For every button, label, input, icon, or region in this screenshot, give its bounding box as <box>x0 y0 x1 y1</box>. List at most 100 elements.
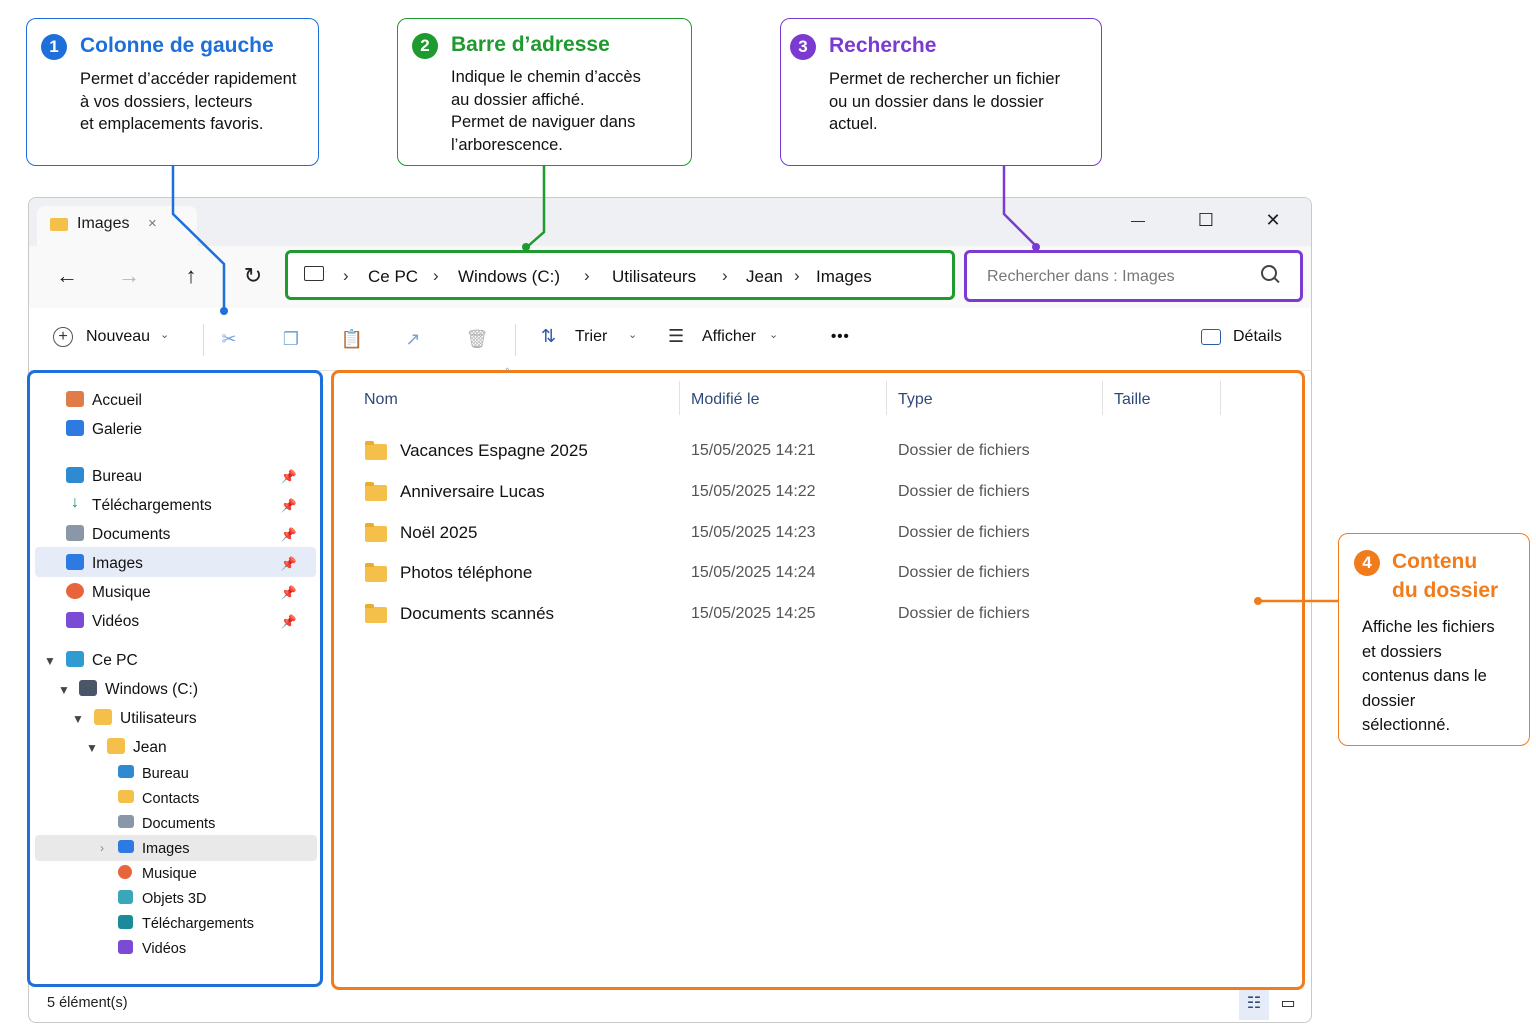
pin-icon[interactable]: 📌 <box>281 556 297 572</box>
computer-icon <box>66 651 84 667</box>
sidebar-item-galerie[interactable]: Galerie <box>66 416 306 444</box>
callout-title-line1: Contenu <box>1392 550 1478 573</box>
address-bar[interactable]: › Ce PC › Windows (C:) › Utilisateurs › … <box>285 250 955 300</box>
column-header-modified[interactable]: Modifié le <box>691 391 759 409</box>
more-options-button[interactable]: ••• <box>831 328 850 345</box>
callout-title-line2: du dossier <box>1392 579 1499 602</box>
chevron-down-icon[interactable]: ▼ <box>86 741 98 755</box>
breadcrumb-separator: › <box>343 266 349 285</box>
search-box[interactable]: Rechercher dans : Images <box>964 250 1303 302</box>
folder-icon <box>94 709 112 725</box>
close-button[interactable]: ✕ <box>1251 204 1295 236</box>
back-arrow-icon[interactable]: ← <box>51 260 83 292</box>
chevron-down-icon[interactable]: ▼ <box>58 683 70 697</box>
tree-item-bureau[interactable]: Bureau <box>118 761 308 789</box>
tree-item-contacts[interactable]: Contacts <box>118 786 308 814</box>
videos-icon <box>66 612 84 628</box>
column-header-size[interactable]: Taille <box>1114 391 1150 409</box>
row-name: Vacances Espagne 2025 <box>400 441 588 460</box>
command-bar: + Nouveau ⌄ ✂ ❐ 📋 ↗ 🗑 ⇅ Trier ⌄ ☰ Affich… <box>29 308 1311 371</box>
chevron-down-icon[interactable]: ▼ <box>44 654 56 668</box>
tree-item-objets-3d[interactable]: Objets 3D <box>118 886 308 914</box>
divider <box>515 324 516 356</box>
share-icon[interactable]: ↗ <box>401 327 425 351</box>
up-arrow-icon[interactable]: ↑ <box>175 260 207 292</box>
tree-item-musique[interactable]: Musique <box>118 861 308 889</box>
tree-item-ce-pc[interactable]: Ce PC <box>66 647 266 675</box>
folder-icon <box>118 790 134 803</box>
sidebar-item-videos[interactable]: Vidéos 📌 <box>66 608 311 636</box>
pictures-icon <box>118 840 134 853</box>
tree-item-images[interactable]: Images <box>118 836 308 864</box>
tree-item-utilisateurs[interactable]: Utilisateurs <box>94 705 294 733</box>
breadcrumb-ce-pc[interactable]: Ce PC <box>368 267 418 287</box>
callout-number-badge: 3 <box>790 34 816 60</box>
chevron-down-icon[interactable]: ▼ <box>72 712 84 726</box>
column-divider <box>1102 381 1103 415</box>
tree-item-windows-c[interactable]: Windows (C:) <box>79 676 279 704</box>
cut-icon[interactable]: ✂ <box>217 327 241 351</box>
table-row[interactable]: Documents scannés 15/05/2025 14:25 Dossi… <box>334 598 1302 632</box>
tab-close-icon[interactable]: × <box>148 215 157 232</box>
details-pane-icon <box>1201 329 1221 345</box>
breadcrumb-windows-c[interactable]: Windows (C:) <box>458 267 560 287</box>
paste-icon[interactable]: 📋 <box>340 327 364 351</box>
desktop-icon <box>118 765 134 778</box>
folder-icon <box>365 523 387 542</box>
new-button[interactable]: + Nouveau ⌄ <box>53 326 173 354</box>
breadcrumb-images[interactable]: Images <box>816 267 872 287</box>
table-row[interactable]: Vacances Espagne 2025 15/05/2025 14:21 D… <box>334 435 1302 469</box>
plus-icon: + <box>53 327 73 347</box>
breadcrumb-jean[interactable]: Jean <box>746 267 783 287</box>
pin-icon[interactable]: 📌 <box>281 527 297 543</box>
sort-button[interactable]: ⇅ Trier ⌄ <box>541 326 641 354</box>
pin-icon[interactable]: 📌 <box>281 498 297 514</box>
sidebar-item-accueil[interactable]: Accueil <box>66 387 306 415</box>
music-icon <box>66 583 84 599</box>
column-divider <box>679 381 680 415</box>
view-button[interactable]: ☰ Afficher ⌄ <box>668 326 788 354</box>
home-icon <box>66 391 84 407</box>
tiles-view-icon[interactable]: ▭ <box>1273 990 1303 1020</box>
forward-arrow-icon[interactable]: → <box>113 260 145 292</box>
tree-item-telechargements[interactable]: Téléchargements <box>118 911 308 939</box>
sidebar-item-musique[interactable]: Musique 📌 <box>66 579 311 607</box>
sidebar-item-bureau[interactable]: Bureau 📌 <box>66 463 311 491</box>
new-label: Nouveau <box>86 328 151 345</box>
pin-icon[interactable]: 📌 <box>281 469 297 485</box>
table-row[interactable]: Anniversaire Lucas 15/05/2025 14:22 Doss… <box>334 476 1302 510</box>
callout-body: Affiche les fichiers et dossiers contenu… <box>1362 618 1495 734</box>
sidebar-item-telechargements[interactable]: ↓ Téléchargements 📌 <box>66 492 311 520</box>
sidebar-item-images[interactable]: Images 📌 <box>66 550 311 578</box>
view-icon: ☰ <box>668 326 685 346</box>
table-row[interactable]: Noël 2025 15/05/2025 14:23 Dossier de fi… <box>334 517 1302 551</box>
cube-icon <box>118 890 133 904</box>
folder-icon <box>365 563 387 582</box>
pin-icon[interactable]: 📌 <box>281 585 297 601</box>
title-bar: Images × — ☐ ✕ <box>29 198 1311 246</box>
row-modified: 15/05/2025 14:21 <box>691 442 816 459</box>
table-row[interactable]: Photos téléphone 15/05/2025 14:24 Dossie… <box>334 557 1302 591</box>
download-icon <box>118 915 133 929</box>
tree-item-videos[interactable]: Vidéos <box>118 936 308 964</box>
tab-images[interactable]: Images × <box>37 206 197 246</box>
copy-icon[interactable]: ❐ <box>279 327 303 351</box>
refresh-icon[interactable]: ↻ <box>237 260 269 292</box>
delete-icon[interactable]: 🗑 <box>465 327 489 351</box>
computer-icon <box>304 266 324 281</box>
minimize-button[interactable]: — <box>1116 204 1160 236</box>
details-button[interactable]: Détails <box>1201 326 1291 354</box>
callout-body: Permet d’accéder rapidement à vos dossie… <box>80 70 297 133</box>
breadcrumb-utilisateurs[interactable]: Utilisateurs <box>612 267 696 287</box>
chevron-right-icon[interactable]: › <box>100 841 104 855</box>
column-header-type[interactable]: Type <box>898 391 933 409</box>
pin-icon[interactable]: 📌 <box>281 614 297 630</box>
sidebar-item-documents[interactable]: Documents 📌 <box>66 521 311 549</box>
tree-item-jean[interactable]: Jean <box>107 734 307 762</box>
maximize-button[interactable]: ☐ <box>1184 204 1228 236</box>
sort-label: Trier <box>575 328 608 345</box>
column-header-name[interactable]: Nom <box>364 391 398 409</box>
callout-title: Recherche <box>829 34 937 57</box>
list-view-icon[interactable]: ☷ <box>1239 990 1269 1020</box>
tab-label: Images <box>77 215 130 232</box>
